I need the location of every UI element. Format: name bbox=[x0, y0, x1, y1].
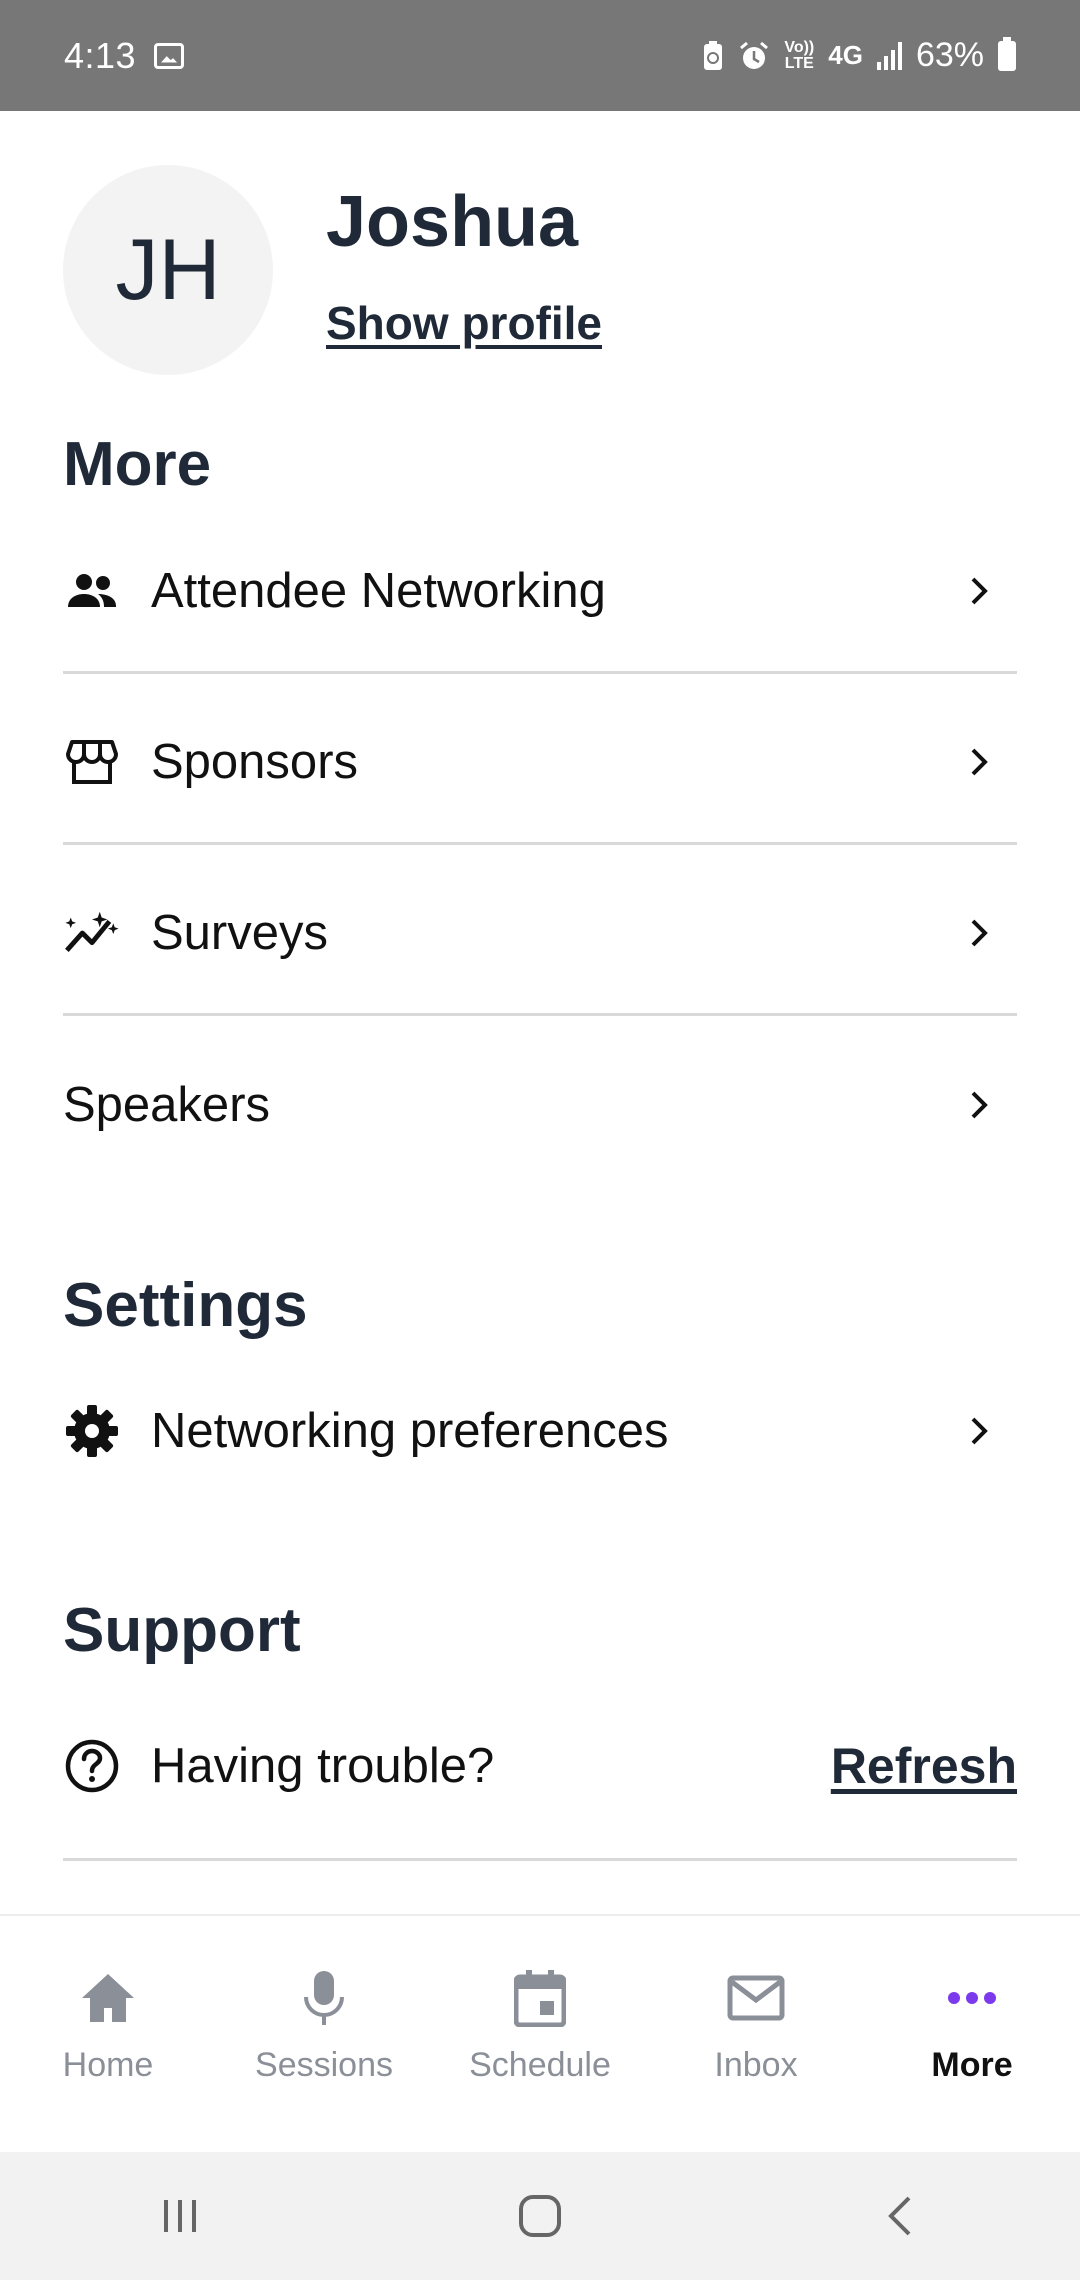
gear-icon bbox=[63, 1402, 121, 1460]
support-label: Having trouble? bbox=[151, 1739, 495, 1793]
menu-item-surveys[interactable]: Surveys bbox=[63, 873, 1017, 993]
section-title-support: Support bbox=[63, 1596, 301, 1665]
battery-saver-icon bbox=[704, 40, 723, 70]
menu-item-label: Sponsors bbox=[151, 735, 359, 789]
recent-apps-button[interactable] bbox=[140, 2186, 220, 2246]
avatar[interactable]: JH bbox=[63, 165, 273, 375]
menu-item-sponsors[interactable]: Sponsors bbox=[63, 702, 1017, 822]
tab-inbox[interactable]: Inbox bbox=[648, 1916, 864, 2154]
tab-label: Inbox bbox=[714, 2046, 798, 2084]
menu-item-label: Surveys bbox=[151, 906, 329, 960]
chevron-right-icon bbox=[959, 1085, 999, 1125]
refresh-button[interactable]: Refresh bbox=[831, 1737, 1017, 1795]
storefront-icon bbox=[63, 733, 121, 791]
avatar-initials: JH bbox=[115, 221, 221, 318]
menu-item-label: Networking preferences bbox=[151, 1404, 669, 1458]
microphone-icon bbox=[292, 1966, 356, 2030]
menu-item-networking-preferences[interactable]: Networking preferences bbox=[63, 1371, 1017, 1491]
tab-label: Home bbox=[62, 2046, 154, 2084]
support-row: Having trouble? Refresh bbox=[63, 1706, 1017, 1826]
show-profile-link[interactable]: Show profile bbox=[326, 296, 602, 350]
system-nav-bar bbox=[0, 2152, 1080, 2280]
tab-sessions[interactable]: Sessions bbox=[216, 1916, 432, 2154]
home-button[interactable] bbox=[500, 2186, 580, 2246]
battery-icon bbox=[998, 36, 1016, 71]
image-notification-icon bbox=[154, 42, 185, 69]
tab-home[interactable]: Home bbox=[0, 1916, 216, 2154]
tab-label: Sessions bbox=[255, 2046, 393, 2084]
volte-top: Vo)) bbox=[784, 38, 815, 56]
alarm-icon bbox=[740, 41, 769, 69]
tab-label: Schedule bbox=[469, 2046, 611, 2084]
menu-item-speakers[interactable]: Speakers bbox=[63, 1045, 1017, 1165]
signal-icon bbox=[876, 41, 902, 70]
mail-icon bbox=[724, 1966, 788, 2030]
section-title-more: More bbox=[63, 430, 212, 499]
people-icon bbox=[63, 562, 121, 620]
divider bbox=[63, 842, 1017, 845]
tab-schedule[interactable]: Schedule bbox=[432, 1916, 648, 2154]
chevron-right-icon bbox=[959, 742, 999, 782]
back-button[interactable] bbox=[860, 2186, 940, 2246]
status-time: 4:13 bbox=[64, 34, 137, 76]
more-dots-icon bbox=[940, 1966, 1004, 2030]
home-icon bbox=[76, 1966, 140, 2030]
battery-percent: 63% bbox=[915, 36, 984, 74]
status-icons: Vo)) LTE 4G 63% bbox=[702, 36, 1016, 75]
bottom-tab-bar: Home Sessions Schedule Inbox More bbox=[0, 1914, 1080, 2154]
profile-name: Joshua bbox=[326, 182, 579, 262]
status-bar: 4:13 Vo)) LTE 4G 63% bbox=[0, 0, 1080, 111]
menu-item-attendee-networking[interactable]: Attendee Networking bbox=[63, 531, 1017, 651]
menu-item-label: Attendee Networking bbox=[151, 564, 606, 618]
chevron-right-icon bbox=[959, 913, 999, 953]
calendar-icon bbox=[508, 1966, 572, 2030]
divider bbox=[63, 671, 1017, 674]
help-circle-icon bbox=[63, 1737, 121, 1795]
menu-item-label: Speakers bbox=[63, 1078, 271, 1132]
chevron-right-icon bbox=[959, 1411, 999, 1451]
sparkle-chart-icon bbox=[63, 904, 121, 962]
volte-indicator: Vo)) LTE bbox=[784, 38, 815, 72]
volte-bottom: LTE bbox=[784, 54, 814, 72]
divider bbox=[63, 1013, 1017, 1016]
tab-more[interactable]: More bbox=[864, 1916, 1080, 2154]
network-type: 4G bbox=[828, 40, 863, 70]
divider bbox=[63, 1858, 1017, 1861]
chevron-right-icon bbox=[959, 571, 999, 611]
tab-label: More bbox=[931, 2046, 1013, 2084]
section-title-settings: Settings bbox=[63, 1271, 308, 1340]
